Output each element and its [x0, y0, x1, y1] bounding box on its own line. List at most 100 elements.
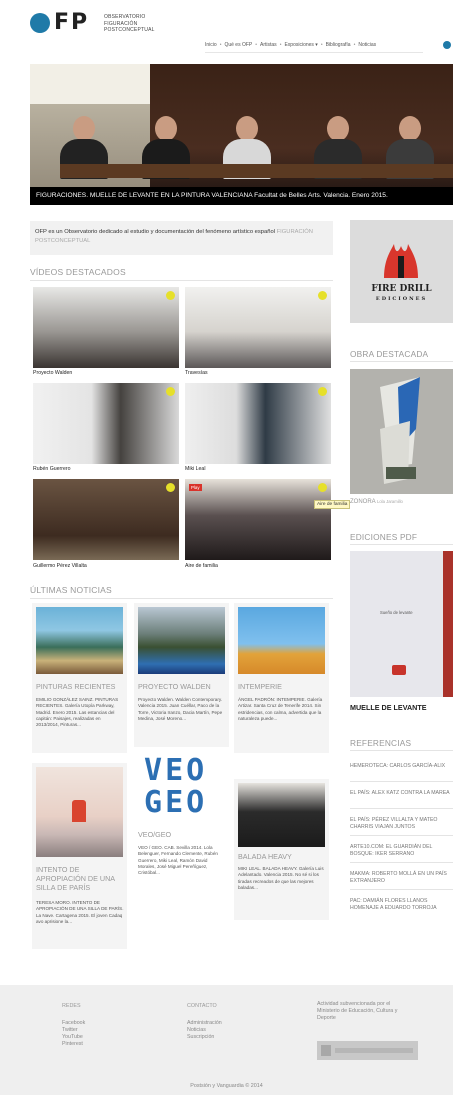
nav-item-artistas[interactable]: Artistas	[260, 42, 277, 48]
play-badge-icon	[166, 387, 175, 396]
refs-item-divider	[350, 835, 453, 836]
pdf-divider	[350, 544, 453, 545]
news-image[interactable]	[238, 783, 325, 847]
intro-text: OFP es un Observatorio dedicado al estud…	[35, 229, 275, 235]
logo[interactable]: FP	[30, 12, 89, 34]
tooltip: Aire de familia	[314, 500, 351, 509]
news-card[interactable]: INTEMPERIE ÁNGEL PADRÓN: INTEMPERIE. Gal…	[234, 603, 329, 753]
video-thumb-travesias[interactable]	[185, 287, 331, 368]
news-title[interactable]: PROYECTO WALDEN	[138, 682, 226, 691]
logo-text-line: POSTCONCEPTUAL	[104, 27, 155, 33]
obra-artwork	[350, 369, 453, 494]
footer-col-contacto: CONTACTO Administración Noticias Suscrip…	[187, 1003, 222, 1041]
footer-link-facebook[interactable]: Facebook	[62, 1020, 85, 1027]
news-title[interactable]: BALADA HEAVY	[238, 852, 326, 861]
fire-drill-ediciones-logo[interactable]: FIRE DRILL EDICIONES	[350, 220, 453, 323]
news-card[interactable]: INTENTO DE APROPIACIÓN DE UNA SILLA DE P…	[32, 763, 127, 949]
play-badge-icon	[318, 387, 327, 396]
nav-item-inicio[interactable]: Inicio	[205, 42, 217, 48]
fire-drill-subtitle: EDICIONES	[375, 296, 428, 302]
play-badge-icon	[166, 483, 175, 492]
news-title[interactable]: INTEMPERIE	[238, 682, 326, 691]
videos-section-title: VÍDEOS DESTACADOS	[30, 267, 126, 277]
veo-letter: G	[144, 785, 166, 820]
news-card[interactable]: BALADA HEAVY MIKI LEAL. BALADA HEAVY. Ga…	[234, 779, 329, 920]
videos-section-divider	[30, 280, 333, 281]
video-label[interactable]: Aire de familia	[185, 563, 218, 569]
pdf-cover[interactable]: Sueño de levante	[350, 551, 453, 697]
video-label[interactable]: Guillermo Pérez Villalta	[33, 563, 87, 569]
obra-destacada-image[interactable]	[350, 369, 453, 494]
video-thumb-ruben-guerrero[interactable]	[33, 383, 179, 464]
video-thumb-guillermo-perez-villalta[interactable]	[33, 479, 179, 560]
news-excerpt: TERESA MORO. INTENTO DE APROPIACIÓN DE U…	[36, 900, 124, 924]
video-label[interactable]: Travesías	[185, 370, 208, 376]
reference-link[interactable]: PAC: DAMIÁN FLORES LLANOS HOMENAJE A EDU…	[350, 898, 453, 912]
footer-link-suscripcion[interactable]: Suscripción	[187, 1034, 222, 1041]
page: FP OBSERVATORIO FIGURACIÓN POSTCONCEPTUA…	[0, 0, 453, 1095]
news-card[interactable]: PINTURAS RECIENTES EMILIO GONZÁLEZ SAINZ…	[32, 603, 127, 753]
language-globe-icon[interactable]	[443, 41, 451, 49]
video-thumb-aire-de-familia[interactable]: Play	[185, 479, 331, 560]
footer-link-youtube[interactable]: YouTube	[62, 1034, 85, 1041]
footer-link-noticias[interactable]: Noticias	[187, 1027, 222, 1034]
obra-author: Lola Jaramillo	[377, 499, 403, 504]
news-excerpt: EMILIO GONZÁLEZ SAINZ. PINTURAS RECIENTE…	[36, 697, 119, 728]
obra-caption[interactable]: ZONORA Lola Jaramillo	[350, 499, 403, 505]
chair-image	[72, 800, 86, 822]
footer-heading: REDES	[62, 1003, 81, 1009]
video-badge: Play	[189, 484, 202, 491]
video-thumb-miki-leal[interactable]	[185, 383, 331, 464]
refs-item-divider	[350, 808, 453, 809]
reference-link[interactable]: EL PAÍS: ALEX KATZ CONTRA LA MAREA	[350, 790, 453, 797]
news-image[interactable]: VEO GEO	[138, 751, 225, 829]
obra-divider	[350, 361, 453, 362]
intro-box: OFP es un Observatorio dedicado al estud…	[30, 221, 333, 255]
footer-copyright: Postsión y Vanguardia © 2014	[190, 1083, 263, 1089]
veo-geo-artwork: VEO GEO	[144, 755, 207, 819]
veo-letter: O	[186, 785, 208, 820]
fire-drill-title: FIRE DRILL	[371, 284, 432, 294]
reference-link[interactable]: ARTE10.COM: EL GUARDIÁN DEL BOSQUE: IKER…	[350, 844, 453, 858]
pdf-cover-text: Sueño de levante	[380, 610, 413, 615]
ministry-logo[interactable]	[317, 1041, 418, 1060]
news-title[interactable]: PINTURAS RECIENTES	[36, 682, 124, 691]
news-excerpt: VEO / GEO. CAB. Sevilla 2014. Lola Belen…	[138, 845, 218, 876]
reference-link[interactable]: EL PAÍS: PÉREZ VILLALTA Y MATEO CHARRIS …	[350, 817, 453, 831]
news-image[interactable]	[36, 767, 123, 857]
coat-of-arms-icon	[321, 1045, 331, 1056]
conference-table	[60, 164, 453, 178]
reference-link[interactable]: HEMEROTECA: CARLOS GARCÍA-ALIX	[350, 763, 453, 770]
veo-letter: O	[186, 753, 208, 788]
nav-item-que-es-ofp[interactable]: Qué es OFP	[224, 42, 252, 48]
reference-link[interactable]: MAKMA: ROBERTO MOLLÁ EN UN PAÍS EXTRANJE…	[350, 871, 453, 885]
footer-col-redes: REDES Facebook Twitter YouTube Pinterest	[62, 1003, 85, 1048]
play-badge-icon	[166, 291, 175, 300]
news-excerpt: ÁNGEL PADRÓN: INTEMPERIE. Galería Artiza…	[238, 697, 323, 721]
news-section-title: ÚLTIMAS NOTICIAS	[30, 585, 112, 595]
veo-letter: E	[165, 785, 187, 820]
nav-divider	[205, 52, 423, 53]
pdf-caption[interactable]: MUELLE DE LEVANTE	[350, 703, 427, 712]
hero-slider[interactable]: FIGURACIONES. MUELLE DE LEVANTE EN LA PI…	[30, 64, 453, 205]
logo-circle-icon	[30, 13, 50, 33]
video-thumb-proyecto-walden[interactable]	[33, 287, 179, 368]
play-badge-icon	[318, 291, 327, 300]
news-image[interactable]	[138, 607, 225, 674]
news-card[interactable]: PROYECTO WALDEN Proyecto Walden. Walden …	[134, 603, 229, 753]
video-label[interactable]: Miki Leal	[185, 466, 205, 472]
video-label[interactable]: Proyecto Walden	[33, 370, 72, 376]
footer-link-twitter[interactable]: Twitter	[62, 1027, 85, 1034]
news-image[interactable]	[36, 607, 123, 674]
nav-item-noticias[interactable]: Noticias	[358, 42, 376, 48]
news-card[interactable]: VEO GEO VEO/GEO VEO / GEO. CAB. Sevilla …	[134, 747, 229, 917]
nav-item-exposiciones[interactable]: Exposiciones ▾	[284, 42, 317, 48]
news-title[interactable]: VEO/GEO	[138, 830, 226, 839]
footer-link-pinterest[interactable]: Pinterest	[62, 1041, 85, 1048]
video-label[interactable]: Rubén Guerrero	[33, 466, 71, 472]
news-title[interactable]: INTENTO DE APROPIACIÓN DE UNA SILLA DE P…	[36, 865, 124, 892]
nav-item-bibliografia[interactable]: Bibliografía	[326, 42, 351, 48]
footer-link-administracion[interactable]: Administración	[187, 1020, 222, 1027]
refs-section-title: REFERENCIAS	[350, 738, 412, 748]
news-image[interactable]	[238, 607, 325, 674]
